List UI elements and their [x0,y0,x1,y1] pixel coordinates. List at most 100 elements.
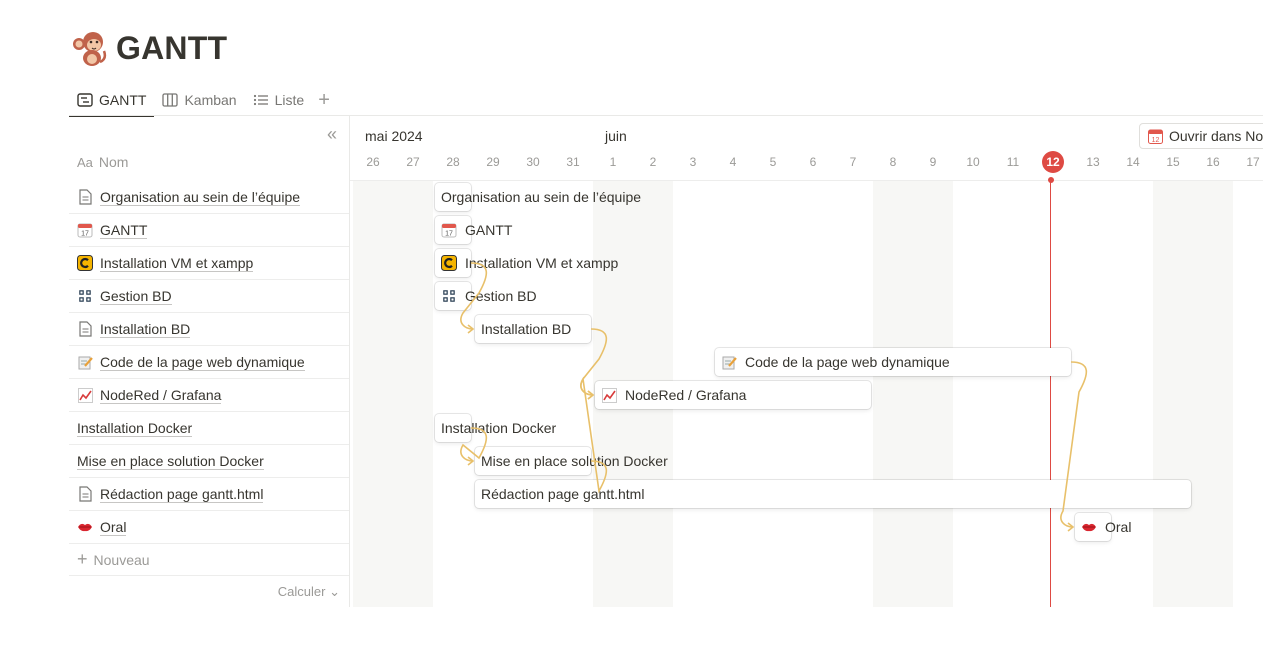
gantt-bar-label[interactable]: Installation BD [481,315,571,343]
row-title[interactable]: Oral [100,519,127,536]
gantt-bar-label[interactable]: Mise en place solution Docker [481,447,668,475]
dependency-arrow-head [467,324,475,334]
table-row[interactable]: Rédaction page gantt.html [69,478,349,511]
timeline-header-divider [350,180,1263,181]
row-title[interactable]: Organisation au sein de l’équipe [100,189,301,206]
day-label: 11 [1006,155,1020,169]
day-label: 12 [1046,155,1060,169]
c-logo-icon [77,255,93,271]
dependency-arrow-head [467,456,475,466]
day-label: 28 [446,155,460,169]
timeline-icon [77,93,93,107]
page-title: GANTT [116,29,228,66]
lips-icon [77,519,93,535]
gantt-bar-title: Installation VM et xampp [465,255,619,271]
weekend-column [1153,181,1233,607]
gantt-bar-label[interactable]: Installation Docker [441,414,556,442]
row-title[interactable]: Installation VM et xampp [100,255,254,272]
gantt-bar-title: Organisation au sein de l’équipe [441,189,642,205]
chart-icon [77,387,93,403]
list-icon [253,94,268,106]
day-label: 9 [929,155,937,169]
chevron-down-icon: ⌄ [329,584,340,599]
new-row-button[interactable]: + Nouveau [69,544,349,576]
day-label: 13 [1086,155,1100,169]
day-label: 10 [966,155,980,169]
row-title[interactable]: NodeRed / Grafana [100,387,222,404]
table-row[interactable]: Organisation au sein de l’équipe [69,181,349,214]
table-row[interactable]: Gestion BD [69,280,349,313]
gantt-bar-label[interactable]: Code de la page web dynamique [721,348,950,376]
table-row[interactable]: NodeRed / Grafana [69,379,349,412]
monkey-icon[interactable] [70,29,108,67]
day-label: 26 [366,155,380,169]
table-row[interactable]: Installation BD [69,313,349,346]
table-row[interactable]: Installation VM et xampp [69,247,349,280]
page-icon [77,321,93,337]
day-label: 7 [849,155,857,169]
month-label: mai 2024 [365,128,423,144]
calendar-badge: 12 [1152,136,1160,143]
column-header-name[interactable]: Aa Nom [77,154,128,170]
tab-kamban[interactable]: Kamban [154,85,244,115]
day-label: 17 [1246,155,1260,169]
collapse-table-icon[interactable]: « [327,124,337,145]
day-label: 30 [526,155,540,169]
row-title[interactable]: GANTT [100,222,148,239]
calculate-button[interactable]: Calculer ⌄ [278,584,340,600]
tab-gantt[interactable]: GANTT [69,85,155,117]
text-property-icon: Aa [77,154,93,170]
svg-text:17: 17 [81,231,89,238]
gantt-bar-label[interactable]: 17 GANTT [441,216,512,244]
tab-liste[interactable]: Liste [245,85,313,115]
row-title[interactable]: Installation BD [100,321,191,338]
gantt-bar-label[interactable]: Rédaction page gantt.html [481,480,644,508]
gantt-bar-label[interactable]: Oral [1081,513,1131,541]
gantt-bar-label[interactable]: NodeRed / Grafana [601,381,746,409]
add-view-button[interactable]: + [312,89,336,112]
day-label: 4 [729,155,737,169]
open-in-calendar-label: Ouvrir dans Notion Calendar [1169,128,1263,144]
memo-icon [77,354,93,370]
table-row[interactable]: Installation Docker [69,412,349,445]
day-label: 6 [809,155,817,169]
day-label: 1 [609,155,617,169]
tab-gantt-label: GANTT [99,92,147,108]
day-label: 16 [1206,155,1220,169]
calendar-icon: 17 [77,222,93,238]
gantt-bar-title: Code de la page web dynamique [745,354,950,370]
row-title[interactable]: Installation Docker [77,420,193,437]
month-label: juin [605,128,627,144]
gantt-bar-label[interactable]: Gestion BD [441,282,537,310]
plus-icon: + [77,549,88,569]
today-pin [1047,177,1054,183]
svg-text:17: 17 [445,231,453,238]
table-row[interactable]: Mise en place solution Docker [69,445,349,478]
blocks-icon [77,288,93,304]
open-in-calendar-button[interactable]: 12 Ouvrir dans Notion Calendar [1139,123,1263,149]
table-row[interactable]: Oral [69,511,349,544]
gantt-bar-title: GANTT [465,222,513,238]
gantt-bar-label[interactable]: Installation VM et xampp [441,249,618,277]
gantt-bar-title: NodeRed / Grafana [625,387,747,403]
new-row-label: Nouveau [93,551,150,568]
gantt-timeline: mai 2024 juin 26 27 28 29 30 31 1 2 3 4 5 6 7 8 9 10 11 12 1… [350,116,1263,607]
page-icon [77,189,93,205]
row-title[interactable]: Rédaction page gantt.html [100,486,264,503]
board-icon [162,93,179,107]
calendar-icon: 12 [1148,129,1163,144]
row-title[interactable]: Mise en place solution Docker [77,453,264,470]
table-row[interactable]: Code de la page web dynamique [69,346,349,379]
day-label: 2 [649,155,657,169]
day-label: 27 [406,155,420,169]
table-panel: « Aa Nom Organisation au sein de l’équip… [69,116,350,607]
gantt-bar-label[interactable]: Organisation au sein de l’équipe [441,183,641,211]
row-title[interactable]: Gestion BD [100,288,172,305]
row-title[interactable]: Code de la page web dynamique [100,354,305,371]
weekend-column [873,181,953,607]
calendar-icon: 17 [441,222,457,238]
gantt-bar-title: Installation Docker [441,420,557,436]
table-row[interactable]: 17 GANTT [69,214,349,247]
gantt-bar-title: Gestion BD [465,288,537,304]
column-header-label: Nom [98,154,129,170]
